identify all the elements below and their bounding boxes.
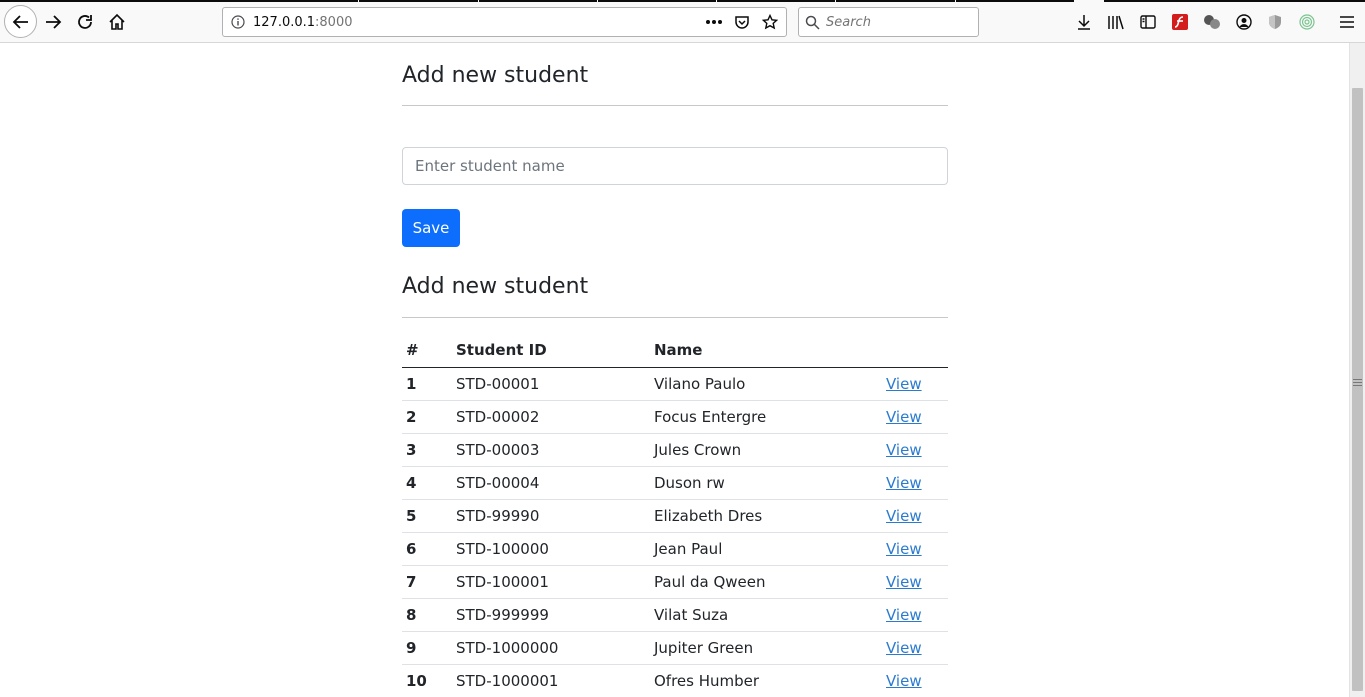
url-port: :8000 <box>315 14 353 30</box>
arrow-left-icon <box>12 14 28 29</box>
divider <box>402 317 948 318</box>
shield-icon[interactable] <box>1261 8 1289 36</box>
student-name: Elizabeth Dres <box>650 499 864 533</box>
menu-icon[interactable] <box>1333 8 1361 36</box>
column-header-action <box>864 334 948 368</box>
url-text[interactable]: 127.0.0.1:8000 <box>253 15 353 30</box>
list-heading: Add new student <box>402 274 589 299</box>
save-button[interactable]: Save <box>402 209 460 247</box>
view-link[interactable]: View <box>886 474 922 492</box>
student-name-input[interactable] <box>402 147 948 185</box>
url-host: 127.0.0.1 <box>253 14 316 30</box>
scrollbar-thumb[interactable] <box>1352 88 1363 691</box>
student-name: Vilano Paulo <box>650 367 864 401</box>
student-name: Focus Entergre <box>650 400 864 434</box>
student-id: STD-999999 <box>452 598 650 632</box>
student-id: STD-00004 <box>452 466 650 500</box>
table-header-row: # Student ID Name <box>402 334 948 368</box>
table-row: 10 STD-1000001 Ofres Humber View <box>402 664 948 697</box>
student-name: Paul da Qween <box>650 565 864 599</box>
student-id: STD-00002 <box>452 400 650 434</box>
row-number: 6 <box>402 532 452 566</box>
student-id: STD-99990 <box>452 499 650 533</box>
student-id: STD-00001 <box>452 367 650 401</box>
row-number: 10 <box>402 664 452 697</box>
fingerprint-icon[interactable] <box>1293 8 1321 36</box>
reload-icon <box>78 15 92 29</box>
search-icon <box>805 15 820 30</box>
row-number: 7 <box>402 565 452 599</box>
info-icon[interactable] <box>223 15 253 29</box>
downloads-icon[interactable] <box>1070 8 1098 36</box>
students-table: # Student ID Name 1 STD-00001 Vilano Pau… <box>402 334 948 697</box>
sidebar-icon[interactable] <box>1134 8 1162 36</box>
student-id: STD-00003 <box>452 433 650 467</box>
back-button[interactable] <box>4 5 37 38</box>
view-link[interactable]: View <box>886 507 922 525</box>
arrow-right-icon <box>46 15 62 29</box>
pocket-icon[interactable] <box>732 12 752 32</box>
search-bar[interactable] <box>798 7 979 37</box>
scrollbar-grip-icon <box>1353 379 1362 380</box>
row-number: 5 <box>402 499 452 533</box>
table-row: 9 STD-1000000 Jupiter Green View <box>402 631 948 665</box>
search-input[interactable] <box>826 14 966 30</box>
page-scrollbar[interactable] <box>1349 43 1365 697</box>
view-link[interactable]: View <box>886 639 922 657</box>
home-icon <box>109 13 125 30</box>
account-icon[interactable] <box>1230 8 1258 36</box>
table-row: 6 STD-100000 Jean Paul View <box>402 532 948 566</box>
table-row: 1 STD-00001 Vilano Paulo View <box>402 367 948 401</box>
student-id: STD-100001 <box>452 565 650 599</box>
student-id: STD-1000001 <box>452 664 650 697</box>
table-row: 2 STD-00002 Focus Entergre View <box>402 400 948 434</box>
view-link[interactable]: View <box>886 540 922 558</box>
table-row: 3 STD-00003 Jules Crown View <box>402 433 948 467</box>
student-name: Jean Paul <box>650 532 864 566</box>
reload-button[interactable] <box>71 8 99 36</box>
tab-strip <box>0 0 1365 2</box>
view-link[interactable]: View <box>886 375 922 393</box>
forward-button[interactable] <box>39 8 67 36</box>
view-link[interactable]: View <box>886 672 922 690</box>
table-row: 4 STD-00004 Duson rw View <box>402 466 948 500</box>
view-link[interactable]: View <box>886 408 922 426</box>
extension-icon[interactable] <box>1198 8 1226 36</box>
student-name: Jules Crown <box>650 433 864 467</box>
page-actions-icon[interactable] <box>704 12 724 32</box>
table-row: 8 STD-999999 Vilat Suza View <box>402 598 948 632</box>
view-link[interactable]: View <box>886 573 922 591</box>
home-button[interactable] <box>103 8 131 36</box>
form-heading: Add new student <box>402 63 589 88</box>
student-name: Duson rw <box>650 466 864 500</box>
row-number: 1 <box>402 367 452 401</box>
address-bar[interactable]: 127.0.0.1:8000 <box>222 7 787 37</box>
student-id: STD-100000 <box>452 532 650 566</box>
student-id: STD-1000000 <box>452 631 650 665</box>
column-header-name: Name <box>650 334 864 368</box>
row-number: 4 <box>402 466 452 500</box>
view-link[interactable]: View <box>886 606 922 624</box>
student-name: Ofres Humber <box>650 664 864 697</box>
divider <box>402 105 948 106</box>
table-row: 7 STD-100001 Paul da Qween View <box>402 565 948 599</box>
row-number: 8 <box>402 598 452 632</box>
browser-toolbar: 127.0.0.1:8000 <box>0 0 1365 43</box>
table-row: 5 STD-99990 Elizabeth Dres View <box>402 499 948 533</box>
row-number: 9 <box>402 631 452 665</box>
bookmark-star-icon[interactable] <box>760 12 780 32</box>
column-header-number: # <box>402 334 452 368</box>
column-header-student-id: Student ID <box>452 334 650 368</box>
library-icon[interactable] <box>1102 8 1130 36</box>
flash-icon[interactable] <box>1166 8 1194 36</box>
view-link[interactable]: View <box>886 441 922 459</box>
row-number: 2 <box>402 400 452 434</box>
row-number: 3 <box>402 433 452 467</box>
student-name: Vilat Suza <box>650 598 864 632</box>
student-name: Jupiter Green <box>650 631 864 665</box>
